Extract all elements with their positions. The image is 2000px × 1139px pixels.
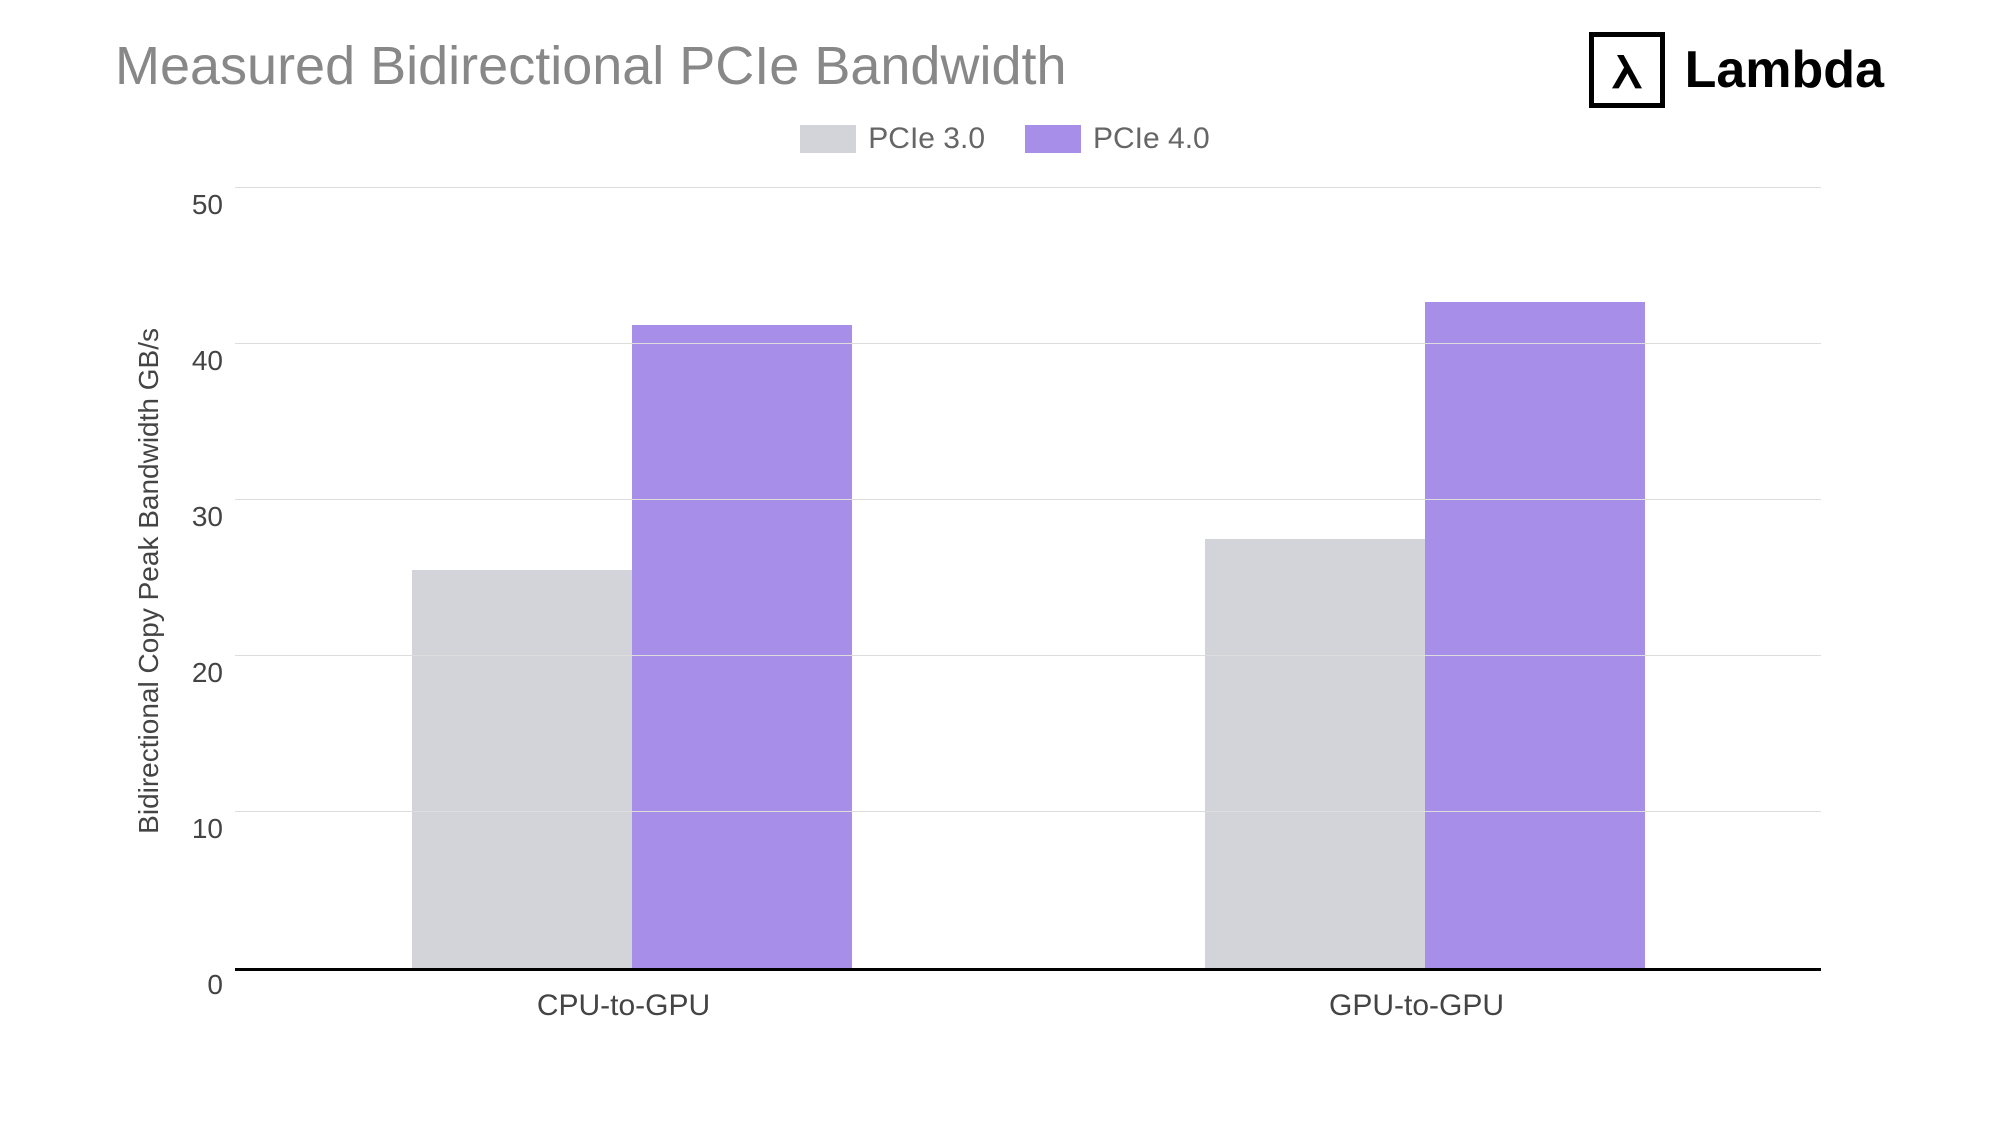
y-axis-label: Bidirectional Copy Peak Bandwidth GB/s xyxy=(115,328,165,834)
legend-item: PCIe 4.0 xyxy=(1025,122,1210,156)
plot-wrapper: Bidirectional Copy Peak Bandwidth GB/s 0… xyxy=(115,191,1895,971)
x-tick-label: CPU-to-GPU xyxy=(227,971,1020,1023)
y-tick-label: 40 xyxy=(192,345,223,377)
legend-swatch-pcie3 xyxy=(800,125,856,153)
gridline xyxy=(235,343,1821,344)
gridline xyxy=(235,655,1821,656)
lambda-logo: Lambda xyxy=(1589,32,1884,108)
bar-group xyxy=(1028,191,1821,968)
y-tick-label: 10 xyxy=(192,813,223,845)
plot-area xyxy=(235,191,1821,971)
lambda-logo-text: Lambda xyxy=(1685,40,1884,100)
chart-legend: PCIe 3.0 PCIe 4.0 xyxy=(115,122,1895,156)
legend-label: PCIe 4.0 xyxy=(1093,122,1210,156)
legend-item: PCIe 3.0 xyxy=(800,122,985,156)
y-tick-label: 30 xyxy=(192,501,223,533)
lambda-logo-icon xyxy=(1589,32,1665,108)
bar xyxy=(632,325,852,968)
bar xyxy=(1205,539,1425,968)
gridline xyxy=(235,811,1821,812)
y-axis: 01020304050 xyxy=(165,191,235,971)
x-tick-label: GPU-to-GPU xyxy=(1020,971,1813,1023)
gridline xyxy=(235,187,1821,188)
chart-container: Measured Bidirectional PCIe Bandwidth PC… xyxy=(115,35,1895,1023)
gridline xyxy=(235,499,1821,500)
legend-label: PCIe 3.0 xyxy=(868,122,985,156)
bar-group xyxy=(235,191,1028,968)
y-tick-label: 20 xyxy=(192,657,223,689)
y-tick-label: 50 xyxy=(192,189,223,221)
legend-swatch-pcie4 xyxy=(1025,125,1081,153)
y-tick-label: 0 xyxy=(207,969,223,1001)
bar xyxy=(412,570,632,968)
x-axis: CPU-to-GPUGPU-to-GPU xyxy=(227,971,1813,1023)
bar xyxy=(1425,302,1645,968)
